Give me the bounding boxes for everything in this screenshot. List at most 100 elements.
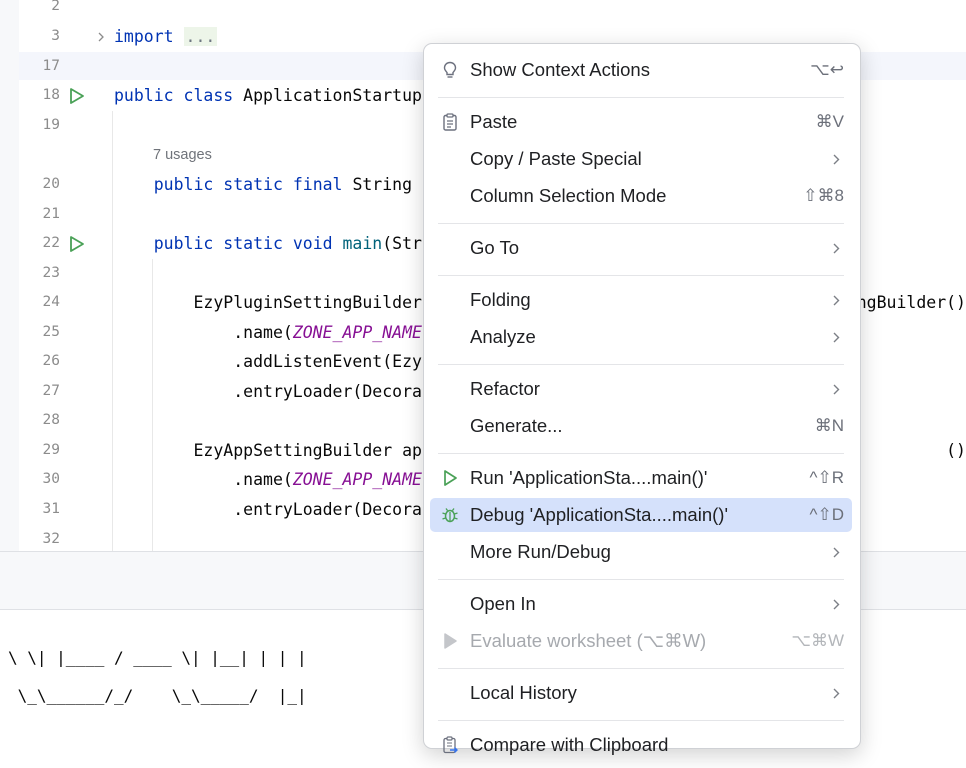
code-text: .entryLoader(Decora xyxy=(114,377,422,406)
line-number: 28 xyxy=(42,412,60,428)
menu-item-label: Open In xyxy=(470,593,536,614)
code-token: .name( xyxy=(114,470,293,489)
line-number: 23 xyxy=(42,265,60,281)
keyword-token: public static void xyxy=(153,234,343,253)
run-icon xyxy=(444,633,457,649)
menu-separator xyxy=(438,275,844,276)
menu-item-shortcut: ⌘V xyxy=(815,112,844,131)
menu-item-run-applicationsta-main[interactable]: Run 'ApplicationSta....main()' ^⇧R xyxy=(430,461,852,495)
line-number: 20 xyxy=(42,176,60,192)
menu-item-generate[interactable]: Generate... ⌘N xyxy=(430,409,852,443)
code-text: .entryLoader(Decora xyxy=(114,495,422,524)
chevron-right-icon xyxy=(833,599,840,610)
menu-item-open-in[interactable]: Open In xyxy=(430,587,852,621)
code-token: .name( xyxy=(114,323,293,342)
menu-item-label: Paste xyxy=(470,111,518,132)
chevron-right-icon xyxy=(833,154,840,165)
line-number: 18 xyxy=(42,87,60,103)
menu-item-shortcut: ⌥⌘W xyxy=(791,631,844,650)
debug-icon xyxy=(442,508,458,523)
menu-item-label: Copy / Paste Special xyxy=(470,148,642,169)
line-number: 19 xyxy=(42,117,60,133)
usages-hint[interactable]: 7 usages xyxy=(153,141,212,170)
chevron-right-icon xyxy=(833,332,840,343)
line-number: 21 xyxy=(42,206,60,222)
menu-item-label: Local History xyxy=(470,682,577,703)
code-token: ApplicationStartup xyxy=(243,86,422,105)
line-number: 29 xyxy=(42,442,60,458)
run-icon[interactable] xyxy=(68,235,86,253)
line-number: 17 xyxy=(42,58,60,74)
menu-separator xyxy=(438,668,844,669)
menu-item-label: More Run/Debug xyxy=(470,541,611,562)
run-icon[interactable] xyxy=(68,87,86,105)
code-text: .name(ZONE_APP_NAME xyxy=(114,318,422,347)
menu-item-show-context-actions[interactable]: Show Context Actions ⌥↩ xyxy=(430,53,852,87)
code-token: EzyPluginSettingBuilder xyxy=(114,293,422,312)
menu-item-analyze[interactable]: Analyze xyxy=(430,320,852,354)
line-number: 32 xyxy=(42,531,60,547)
menu-item-label: Go To xyxy=(470,237,520,258)
line-number: 26 xyxy=(42,353,60,369)
indent-guide xyxy=(152,259,153,551)
menu-item-label: Debug 'ApplicationSta....main()' xyxy=(470,504,728,525)
menu-item-debug-applicationsta-main[interactable]: Debug 'ApplicationSta....main()' ^⇧D xyxy=(430,498,852,532)
menu-item-paste[interactable]: Paste ⌘V xyxy=(430,105,852,139)
folded-imports[interactable]: ... xyxy=(183,27,218,46)
chevron-right-icon xyxy=(833,384,840,395)
method-token: main xyxy=(342,234,383,253)
menu-separator xyxy=(438,223,844,224)
lightbulb-icon xyxy=(443,61,457,78)
menu-item-shortcut: ⇧⌘8 xyxy=(803,186,844,205)
constant-token: ZONE_APP_NAME xyxy=(292,470,422,489)
menu-item-label: Refactor xyxy=(470,378,540,399)
menu-item-shortcut: ⌥↩ xyxy=(810,60,844,79)
line-number: 27 xyxy=(42,383,60,399)
keyword-token: public class xyxy=(114,86,244,105)
menu-item-copy-paste-special[interactable]: Copy / Paste Special xyxy=(430,142,852,176)
menu-item-refactor[interactable]: Refactor xyxy=(430,372,852,406)
menu-item-local-history[interactable]: Local History xyxy=(430,676,852,710)
menu-item-more-run-debug[interactable]: More Run/Debug xyxy=(430,535,852,569)
code-text: public static final String xyxy=(114,170,412,199)
code-text: .addListenEvent(Ezy xyxy=(114,347,422,376)
line-number: 31 xyxy=(42,501,60,517)
code-text: .name(ZONE_APP_NAME xyxy=(114,465,422,494)
menu-separator xyxy=(438,720,844,721)
menu-item-label: Show Context Actions xyxy=(470,59,650,80)
context-menu[interactable]: Show Context Actions ⌥↩ Paste ⌘V Copy / Past… xyxy=(423,43,861,755)
line-number: 25 xyxy=(42,324,60,340)
chevron-right-icon xyxy=(833,547,840,558)
chevron-right-icon xyxy=(833,295,840,306)
menu-item-shortcut: ^⇧R xyxy=(809,468,845,487)
code-line[interactable]: 2 xyxy=(0,0,966,21)
code-text: EzyPluginSettingBuilder xyxy=(114,288,422,317)
menu-item-evaluate-worksheet-w: Evaluate worksheet (⌥⌘W) ⌥⌘W xyxy=(430,624,852,658)
code-text: import ... xyxy=(114,22,218,51)
compare-clipboard-icon xyxy=(443,736,458,754)
indent-guide xyxy=(112,111,113,551)
menu-item-compare-with-clipboard[interactable]: Compare with Clipboard xyxy=(430,728,852,762)
menu-item-column-selection-mode[interactable]: Column Selection Mode ⇧⌘8 xyxy=(430,179,852,213)
clipboard-icon xyxy=(443,113,457,131)
line-number: 30 xyxy=(42,471,60,487)
menu-item-label: Evaluate worksheet (⌥⌘W) xyxy=(470,630,707,651)
menu-item-shortcut: ^⇧D xyxy=(809,505,845,524)
chevron-right-icon[interactable] xyxy=(96,31,106,43)
constant-token: ZONE_APP_NAME xyxy=(292,323,422,342)
code-text-tail: ngBuilder() xyxy=(856,293,966,312)
menu-item-label: Analyze xyxy=(470,326,536,347)
menu-item-label: Compare with Clipboard xyxy=(470,734,669,755)
chevron-right-icon xyxy=(833,688,840,699)
menu-item-folding[interactable]: Folding xyxy=(430,283,852,317)
run-icon xyxy=(444,470,457,486)
line-number: 22 xyxy=(42,235,60,251)
code-token: .entryLoader(Decora xyxy=(114,382,422,401)
menu-separator xyxy=(438,364,844,365)
line-number: 3 xyxy=(51,28,60,44)
menu-item-go-to[interactable]: Go To xyxy=(430,231,852,265)
console-line: \_\______/_/ \_\_____/ |_| xyxy=(8,686,307,705)
